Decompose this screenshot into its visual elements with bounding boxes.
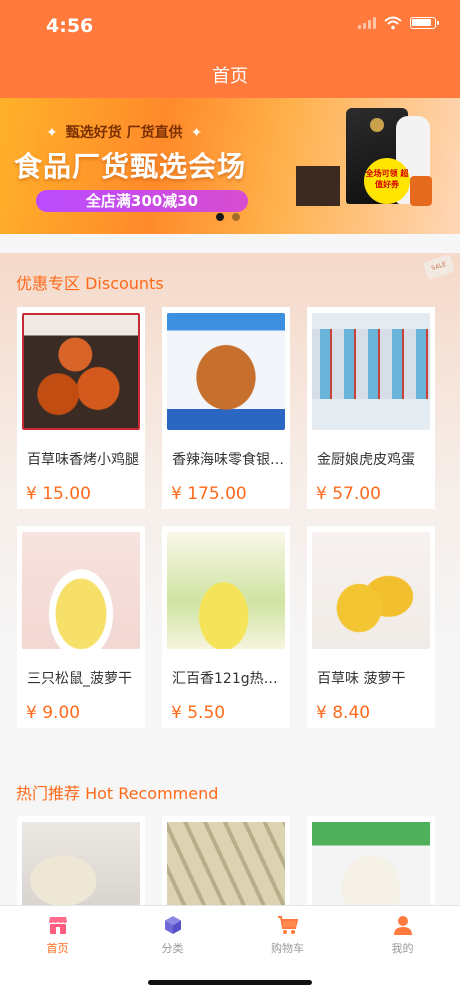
tab-label: 首页	[46, 942, 69, 955]
cart-icon	[277, 916, 298, 934]
product-image	[312, 532, 430, 649]
cellular-signal-icon	[358, 17, 376, 29]
banner-product-jar	[410, 176, 432, 206]
banner-promo: 全店满300减30	[36, 190, 248, 212]
person-icon	[393, 916, 412, 935]
page-title: 首页	[212, 66, 248, 87]
battery-icon	[410, 17, 439, 29]
product-card[interactable]: 汇百香121g热带菠萝干 ¥ 5.50	[162, 526, 290, 728]
tab-cart[interactable]: 购物车	[230, 914, 345, 956]
banner-product-box	[296, 166, 340, 206]
banner-title: 食品厂货甄选会场	[14, 150, 247, 183]
banner-tagline: 甄选好货 厂货直供	[38, 122, 210, 142]
carousel-dots	[216, 213, 240, 221]
product-card[interactable]: 香辣海味零食银鱼仔 ¥ 175.00	[162, 307, 290, 509]
product-name: 金厨娘虎皮鸡蛋	[317, 452, 415, 468]
shop-icon	[48, 917, 67, 934]
product-name: 香辣海味零食银鱼仔	[172, 452, 284, 468]
carousel-dot-active[interactable]	[216, 213, 224, 221]
tab-label: 我的	[391, 942, 414, 955]
tab-home[interactable]: 首页	[0, 914, 115, 956]
product-image	[167, 822, 285, 906]
hot-product-card[interactable]	[307, 816, 435, 906]
tab-category[interactable]: 分类	[115, 914, 230, 956]
product-price: ¥ 57.00	[316, 484, 381, 504]
status-time: 4:56	[46, 15, 94, 37]
discounts-title: 优惠专区 Discounts	[16, 274, 164, 293]
product-name: 百草味 菠萝干	[317, 671, 406, 687]
status-icons	[358, 16, 439, 30]
product-card[interactable]: 百草味 菠萝干 ¥ 8.40	[307, 526, 435, 728]
product-image	[312, 313, 430, 430]
product-price: ¥ 9.00	[26, 703, 81, 723]
product-name: 三只松鼠_菠萝干	[27, 671, 132, 687]
product-card[interactable]: 百草味香烤小鸡腿 ¥ 15.00	[17, 307, 145, 509]
wifi-icon	[384, 16, 402, 30]
carousel-dot[interactable]	[232, 213, 240, 221]
product-price: ¥ 175.00	[171, 484, 247, 504]
tab-label: 购物车	[271, 942, 304, 955]
hot-product-card[interactable]	[17, 816, 145, 906]
product-price: ¥ 8.40	[316, 703, 371, 723]
product-name: 汇百香121g热带菠萝干	[172, 671, 284, 687]
product-image	[312, 822, 430, 906]
cube-icon	[164, 916, 181, 934]
tab-label: 分类	[161, 942, 184, 955]
product-image	[22, 313, 140, 430]
product-card[interactable]: 金厨娘虎皮鸡蛋 ¥ 57.00	[307, 307, 435, 509]
hot-product-card[interactable]	[162, 816, 290, 906]
banner-coupon-badge: 全场可领 超值好券	[364, 158, 410, 204]
product-card[interactable]: 三只松鼠_菠萝干 ¥ 9.00	[17, 526, 145, 728]
product-image	[22, 532, 140, 649]
product-name: 百草味香烤小鸡腿	[27, 452, 139, 468]
tab-profile[interactable]: 我的	[345, 914, 460, 956]
product-image	[167, 313, 285, 430]
hot-recommend-title: 热门推荐 Hot Recommend	[16, 784, 219, 803]
product-price: ¥ 5.50	[171, 703, 226, 723]
app-header: 4:56 首页	[0, 0, 460, 98]
product-image	[167, 532, 285, 649]
product-price: ¥ 15.00	[26, 484, 91, 504]
product-image	[22, 822, 140, 906]
home-indicator	[148, 980, 312, 985]
